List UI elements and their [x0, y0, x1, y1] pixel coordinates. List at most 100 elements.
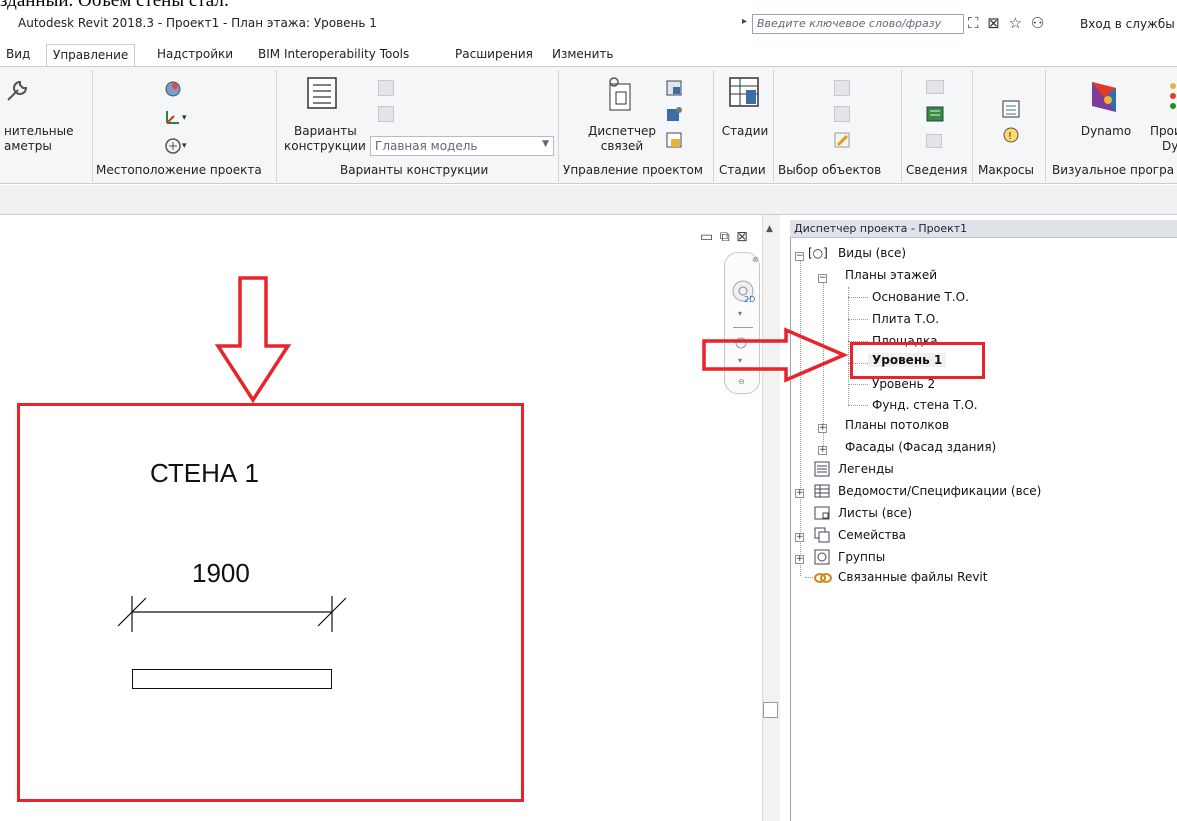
svg-text:▾: ▾: [182, 113, 187, 123]
collapse-views-icon[interactable]: −: [795, 252, 804, 261]
macro-security-icon[interactable]: !: [1002, 126, 1020, 147]
add-to-set-icon[interactable]: [378, 80, 394, 96]
dynamo-icon[interactable]: [1088, 78, 1122, 117]
search-expand-icon[interactable]: ▸: [742, 16, 747, 27]
macro-manager-icon[interactable]: [1002, 100, 1020, 121]
panel-separator: [972, 70, 973, 182]
tree-item-schedules[interactable]: Ведомости/Спецификации (все): [838, 484, 1041, 498]
tree-item-plan[interactable]: Плита Т.О.: [872, 312, 939, 326]
review-warnings-icon[interactable]: [926, 106, 944, 125]
tree-connector: [848, 405, 868, 406]
panel-separator: [773, 70, 774, 182]
tree-item-plan[interactable]: Уровень 2: [872, 377, 935, 391]
tree-item-legends[interactable]: Легенды: [838, 462, 894, 476]
schedule-icon: [814, 483, 830, 502]
communication-icon[interactable]: ⊠: [987, 14, 1000, 32]
legend-icon: [814, 461, 830, 480]
dynamo-player-label-2[interactable]: Dy: [1162, 139, 1177, 154]
design-options-label-2[interactable]: конструкции: [284, 139, 366, 154]
tree-item-revit-links[interactable]: Связанные файлы Revit: [838, 570, 987, 584]
nav-close-icon[interactable]: ⊗: [752, 255, 759, 264]
decal-types-icon[interactable]: [666, 132, 682, 151]
pick-to-edit-icon[interactable]: [378, 106, 394, 122]
manage-links-label-1[interactable]: Диспетчер: [586, 124, 658, 139]
tree-connector: [848, 297, 868, 298]
scroll-up-icon[interactable]: ▲: [766, 224, 773, 234]
collapse-floor-plans-icon[interactable]: −: [818, 274, 827, 283]
design-options-icon[interactable]: [306, 76, 338, 113]
chevron-down-icon[interactable]: ▾: [738, 309, 742, 318]
user-icon[interactable]: ⚇: [1031, 14, 1044, 32]
tree-item-plan[interactable]: Основание Т.О.: [872, 290, 969, 304]
tree-item-sheets[interactable]: Листы (все): [838, 506, 912, 520]
select-by-id-icon[interactable]: [834, 80, 850, 96]
restore-icon[interactable]: ⧉: [720, 229, 730, 245]
select-by-id-info-icon[interactable]: [926, 134, 942, 148]
panel-separator: [1045, 70, 1046, 182]
tree-item-plan[interactable]: Фунд. стена Т.О.: [872, 398, 978, 412]
dynamo-player-icon[interactable]: [1168, 78, 1177, 117]
dimension-line[interactable]: [110, 588, 360, 636]
position-icon[interactable]: ▾: [164, 136, 190, 157]
design-option-value: Главная модель: [375, 139, 478, 153]
wrench-icon[interactable]: [4, 78, 30, 107]
tree-item-families[interactable]: Семейства: [838, 528, 906, 542]
manage-links-label-2[interactable]: связей: [586, 139, 658, 154]
tab-extensions[interactable]: Расширения: [455, 44, 533, 66]
svg-text:▾: ▾: [182, 141, 187, 151]
scrollbar-thumb[interactable]: [763, 702, 778, 718]
manage-links-icon[interactable]: [604, 76, 634, 115]
additional-params-label-2[interactable]: аметры: [4, 139, 52, 154]
vertical-scrollbar[interactable]: [762, 215, 780, 821]
signin-button[interactable]: Вход в службы: [1080, 17, 1175, 31]
panel-separator: [92, 70, 93, 182]
panel-separator: [558, 70, 559, 182]
tab-view[interactable]: Вид: [6, 44, 30, 66]
tree-item-floor-plans[interactable]: Планы этажей: [845, 268, 937, 282]
tab-manage[interactable]: Управление: [46, 44, 136, 66]
tree-item-elevations[interactable]: Фасады (Фасад здания): [845, 440, 996, 454]
family-icon: [814, 527, 830, 546]
tab-addins[interactable]: Надстройки: [157, 44, 233, 66]
expand-elevations-icon[interactable]: +: [818, 446, 827, 455]
views-icon: [○]: [808, 246, 828, 260]
coordinates-icon[interactable]: ▾: [164, 108, 190, 129]
chevron-down-icon: ▼: [542, 139, 549, 149]
close-icon[interactable]: ⊠: [736, 229, 748, 245]
window-title: Autodesk Revit 2018.3 - Проект1 - План э…: [18, 16, 377, 30]
ids-of-selection-icon[interactable]: [926, 80, 944, 94]
design-option-select[interactable]: Главная модель ▼: [370, 136, 554, 156]
tree-item-ceiling-plans[interactable]: Планы потолков: [845, 418, 949, 432]
binoculars-icon[interactable]: ⛶: [968, 14, 979, 32]
dynamo-player-label-1[interactable]: Прои: [1150, 124, 1177, 139]
tree-connector: [848, 384, 868, 385]
wall-element[interactable]: [132, 669, 332, 689]
tree-item-groups[interactable]: Группы: [838, 550, 885, 564]
phases-icon[interactable]: [728, 76, 762, 113]
tab-bim-interop[interactable]: BIM Interoperability Tools: [258, 44, 409, 66]
design-options-label-1[interactable]: Варианты: [294, 124, 357, 139]
tree-item-views[interactable]: Виды (все): [838, 246, 906, 260]
location-icon[interactable]: [164, 80, 182, 101]
dimension-value: 1900: [192, 558, 250, 588]
search-input[interactable]: Введите ключевое слово/фразу: [752, 14, 964, 34]
options-bar: [0, 185, 1177, 215]
panel-label-selection: Выбор объектов: [778, 163, 882, 177]
panel-label-location: Местоположение проекта: [96, 163, 262, 177]
star-icon[interactable]: ☆: [1009, 14, 1022, 32]
starting-view-icon[interactable]: [666, 106, 682, 125]
expand-families-icon[interactable]: +: [795, 533, 804, 542]
project-browser-title: Диспетчер проекта - Проект1: [790, 220, 1177, 238]
import-units-icon[interactable]: [666, 80, 682, 99]
save-selection-icon[interactable]: [834, 106, 850, 122]
expand-groups-icon[interactable]: +: [795, 555, 804, 564]
expand-ceiling-plans-icon[interactable]: +: [818, 424, 827, 433]
minimize-icon[interactable]: ▭: [700, 229, 713, 245]
expand-schedules-icon[interactable]: +: [795, 489, 804, 498]
dynamo-label[interactable]: Dynamo: [1066, 124, 1146, 139]
additional-params-label-1[interactable]: нительные: [4, 124, 73, 139]
2d-wheel-icon[interactable]: 2D: [731, 279, 757, 308]
tab-modify[interactable]: Изменить: [552, 44, 614, 66]
phases-label[interactable]: Стадии: [718, 124, 772, 139]
edit-selection-icon[interactable]: [834, 132, 850, 151]
